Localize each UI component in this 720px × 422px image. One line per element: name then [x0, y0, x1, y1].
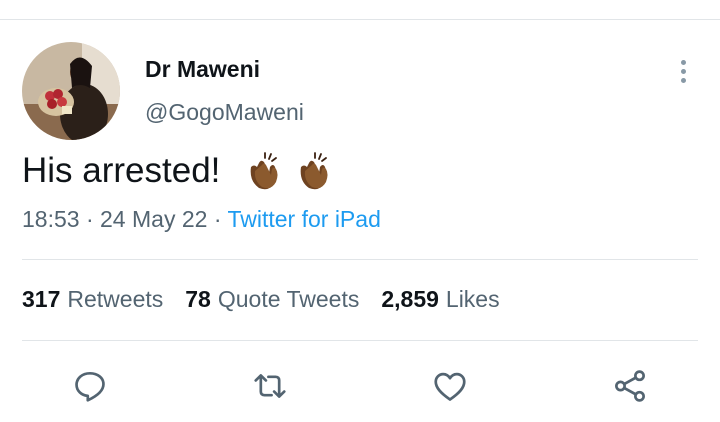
- meta-separator: ·: [213, 206, 222, 232]
- retweets-label: Retweets: [67, 286, 164, 312]
- retweets-count: 317: [22, 286, 61, 312]
- reply-icon[interactable]: [71, 367, 109, 405]
- likes-stat[interactable]: 2,859 Likes: [381, 286, 499, 313]
- top-divider: [0, 19, 720, 20]
- meta-separator: ·: [85, 206, 94, 232]
- clapping-hands-icon: [295, 151, 333, 191]
- avatar[interactable]: [22, 42, 120, 140]
- retweets-stat[interactable]: 317 Retweets: [22, 286, 163, 313]
- retweet-icon[interactable]: [251, 367, 289, 405]
- stats-divider-top: [22, 259, 698, 260]
- stats-divider-bottom: [22, 340, 698, 341]
- tweet-source-link[interactable]: Twitter for iPad: [227, 206, 380, 232]
- likes-count: 2,859: [381, 286, 439, 312]
- share-icon[interactable]: [611, 367, 649, 405]
- tweet-time[interactable]: 18:53: [22, 206, 80, 232]
- tweet-meta: 18:53 · 24 May 22 · Twitter for iPad: [22, 206, 381, 233]
- more-options-icon[interactable]: [676, 58, 690, 86]
- like-icon[interactable]: [431, 367, 469, 405]
- display-name[interactable]: Dr Maweni: [145, 56, 260, 83]
- quote-tweets-stat[interactable]: 78 Quote Tweets: [185, 286, 359, 313]
- tweet-text: His arrested!: [22, 148, 333, 194]
- tweet-text-content: His arrested!: [22, 151, 221, 190]
- likes-label: Likes: [445, 286, 500, 312]
- quotes-count: 78: [185, 286, 211, 312]
- tweet-stats: 317 Retweets 78 Quote Tweets 2,859 Likes: [22, 286, 500, 313]
- handle[interactable]: @GogoMaweni: [145, 99, 304, 126]
- clapping-hands-icon: [245, 151, 283, 191]
- quotes-label: Quote Tweets: [217, 286, 360, 312]
- tweet-date[interactable]: 24 May 22: [100, 206, 207, 232]
